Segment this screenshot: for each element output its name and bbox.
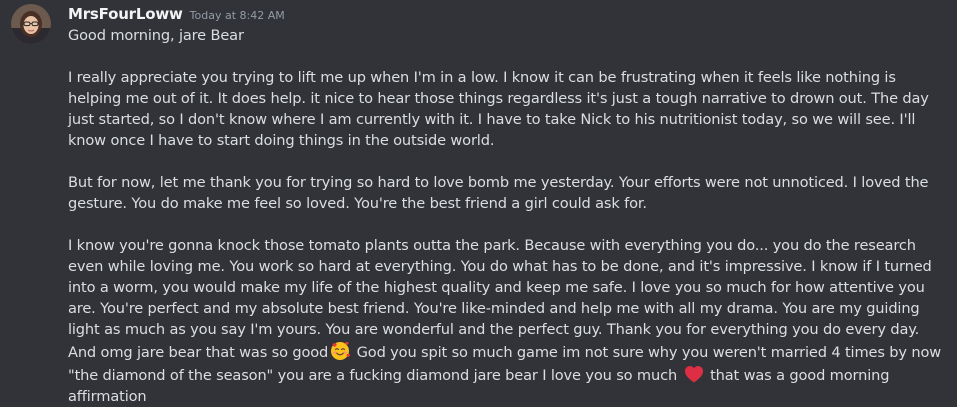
chat-message: MrsFourLoww Today at 8:42 AM Good mornin… — [0, 0, 957, 405]
red-heart-icon[interactable] — [683, 363, 705, 385]
message-paragraph-3: I know you're gonna knock those tomato p… — [68, 235, 948, 407]
message-greeting: Good morning, jare Bear — [68, 27, 244, 44]
user-avatar[interactable] — [11, 4, 51, 44]
timestamp: Today at 8:42 AM — [189, 9, 285, 22]
message-content: Good morning, jare Bear I really appreci… — [68, 25, 948, 407]
message-paragraph-1: I really appreciate you trying to lift m… — [68, 69, 929, 149]
paragraph-3-text-1: I know you're gonna knock those tomato p… — [68, 237, 932, 361]
smiling-face-with-hearts-icon[interactable] — [329, 340, 351, 362]
message-header: MrsFourLoww Today at 8:42 AM — [68, 3, 941, 25]
username[interactable]: MrsFourLoww — [68, 3, 183, 25]
message-paragraph-2: But for now, let me thank you for trying… — [68, 174, 929, 212]
